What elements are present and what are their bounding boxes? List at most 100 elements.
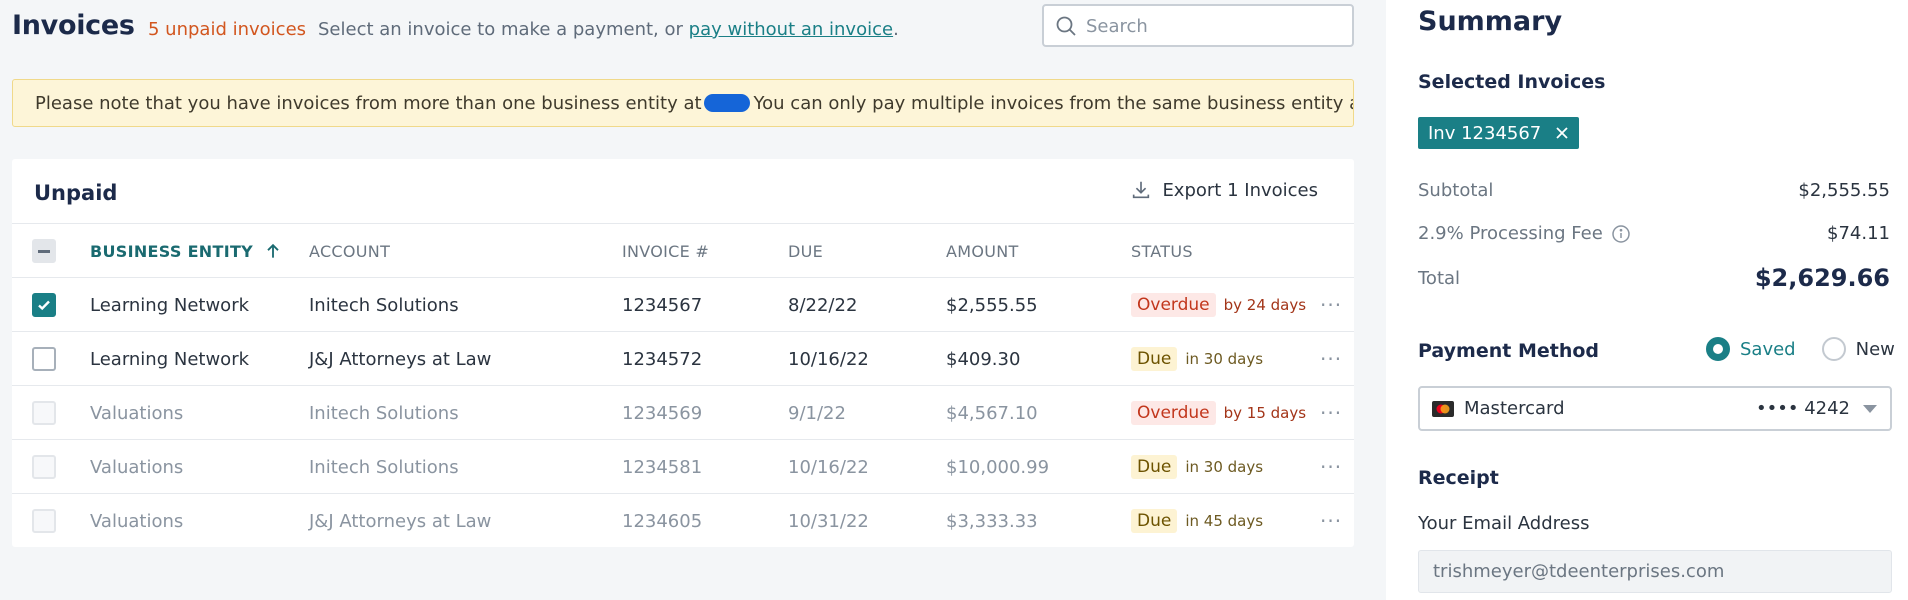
subtotal-line: Subtotal $2,555.55 <box>1418 180 1890 201</box>
email-field[interactable] <box>1418 550 1892 593</box>
receipt-label: Receipt <box>1418 467 1499 489</box>
status-detail: in 45 days <box>1185 512 1264 530</box>
cell-amount: $2,555.55 <box>946 294 1038 316</box>
chevron-down-icon <box>1863 404 1877 413</box>
row-more-button[interactable]: ··· <box>1320 332 1342 386</box>
export-label: Export 1 Invoices <box>1162 179 1318 201</box>
column-header-status[interactable]: STATUS <box>1131 224 1193 278</box>
selected-invoice-chip: Inv 1234567 <box>1418 117 1580 149</box>
status-badge: Overdue <box>1131 401 1216 425</box>
cell-entity: Valuations <box>90 402 184 424</box>
row-checkbox[interactable] <box>32 401 56 425</box>
cell-entity: Learning Network <box>90 294 250 316</box>
row-checkbox[interactable] <box>32 347 56 371</box>
table-row[interactable]: Valuations Initech Solutions 1234581 10/… <box>12 440 1354 494</box>
notice-text-after: You can only pay multiple invoices from … <box>753 93 1353 114</box>
column-header-account[interactable]: ACCOUNT <box>309 224 390 278</box>
row-checkbox[interactable] <box>32 293 56 317</box>
card-name: Mastercard <box>1464 398 1565 419</box>
status-detail: in 30 days <box>1185 458 1264 476</box>
row-check-cell <box>32 494 56 548</box>
remove-chip-button[interactable] <box>1555 126 1569 140</box>
close-icon <box>1556 127 1568 139</box>
header-check-cell <box>32 224 56 278</box>
row-more-button[interactable]: ··· <box>1320 494 1342 548</box>
cell-amount: $3,333.33 <box>946 510 1038 532</box>
cell-status: Due in 30 days <box>1131 440 1263 494</box>
cell-status: Overdue by 15 days <box>1131 386 1306 440</box>
row-more-button[interactable]: ··· <box>1320 386 1342 440</box>
table-row[interactable]: Valuations Initech Solutions 1234569 9/1… <box>12 386 1354 440</box>
radio-new-indicator[interactable] <box>1821 337 1846 361</box>
column-header-entity-label: BUSINESS ENTITY <box>90 241 254 261</box>
cell-due: 10/16/22 <box>788 348 869 370</box>
column-header-invoice[interactable]: INVOICE # <box>622 224 709 278</box>
export-invoices-button[interactable]: Export 1 Invoices <box>1130 179 1318 201</box>
row-check-cell <box>32 278 56 332</box>
intro-text-body: Select an invoice to make a payment, or <box>318 19 683 40</box>
row-more-button[interactable]: ··· <box>1320 278 1342 332</box>
select-all-checkbox[interactable] <box>32 239 56 263</box>
download-icon <box>1133 181 1150 199</box>
cell-account: Initech Solutions <box>309 456 459 478</box>
table-row[interactable]: Learning Network J&J Attorneys at Law 12… <box>12 332 1354 386</box>
cell-due: 10/31/22 <box>788 510 869 532</box>
status-badge: Due <box>1131 455 1178 479</box>
info-icon[interactable] <box>1611 224 1631 244</box>
saved-card-select[interactable]: Mastercard •••• 4242 <box>1418 386 1892 431</box>
row-checkbox[interactable] <box>32 509 56 533</box>
search-input[interactable] <box>1086 12 1344 40</box>
cell-account: J&J Attorneys at Law <box>309 348 492 370</box>
fee-line: 2.9% Processing Fee $74.11 <box>1418 223 1890 244</box>
notice-text-before: Please note that you have invoices from … <box>35 93 702 114</box>
cell-amount: $10,000.99 <box>946 456 1050 478</box>
column-header-due[interactable]: DUE <box>788 224 823 278</box>
cell-due: 9/1/22 <box>788 402 846 424</box>
table-header-row: BUSINESS ENTITY ACCOUNT INVOICE # DUE AM… <box>12 224 1354 278</box>
payment-method-label: Payment Method <box>1418 340 1600 362</box>
table-row[interactable]: Learning Network Initech Solutions 12345… <box>12 278 1354 332</box>
cell-amount: $4,567.10 <box>946 402 1038 424</box>
radio-new[interactable]: New <box>1821 337 1895 361</box>
row-checkbox[interactable] <box>32 455 56 479</box>
fee-label: 2.9% Processing Fee <box>1418 223 1603 244</box>
radio-saved-indicator[interactable] <box>1706 337 1730 361</box>
subtotal-label: Subtotal <box>1418 180 1494 201</box>
table-row[interactable]: Valuations J&J Attorneys at Law 1234605 … <box>12 494 1354 548</box>
status-detail: by 15 days <box>1223 404 1307 422</box>
cell-entity: Learning Network <box>90 348 250 370</box>
chip-label: Inv 1234567 <box>1428 122 1542 144</box>
sort-arrow-up-icon <box>267 243 279 258</box>
column-header-entity[interactable]: BUSINESS ENTITY <box>90 224 283 278</box>
column-header-amount[interactable]: AMOUNT <box>946 224 1019 278</box>
cell-account: Initech Solutions <box>309 402 459 424</box>
cell-entity: Valuations <box>90 510 184 532</box>
email-label: Your Email Address <box>1418 513 1590 534</box>
row-more-button[interactable]: ··· <box>1320 440 1342 494</box>
search-box[interactable] <box>1042 4 1354 47</box>
cell-account: J&J Attorneys at Law <box>309 510 492 532</box>
card-title: Unpaid <box>34 181 118 205</box>
radio-saved-label: Saved <box>1740 338 1796 360</box>
cell-status: Overdue by 24 days <box>1131 278 1306 332</box>
total-value: $2,629.66 <box>1754 264 1890 292</box>
cell-due: 10/16/22 <box>788 456 869 478</box>
status-badge: Due <box>1131 347 1178 371</box>
radio-new-label: New <box>1855 338 1895 360</box>
cell-invoice: 1234581 <box>622 456 703 478</box>
fee-value: $74.11 <box>1827 223 1890 244</box>
cell-account: Initech Solutions <box>309 294 459 316</box>
multi-entity-notice: Please note that you have invoices from … <box>12 79 1354 127</box>
status-detail: in 30 days <box>1185 350 1264 368</box>
summary-panel: Summary Selected Invoices Inv 1234567 Su… <box>1386 0 1908 600</box>
total-line: Total $2,629.66 <box>1418 264 1890 292</box>
pay-without-invoice-link[interactable]: pay without an invoice <box>689 19 893 40</box>
status-badge: Due <box>1131 509 1178 533</box>
cell-entity: Valuations <box>90 456 184 478</box>
payment-method-radio-group: Saved New <box>1706 337 1895 361</box>
subtotal-value: $2,555.55 <box>1798 180 1890 201</box>
cell-status: Due in 30 days <box>1131 332 1263 386</box>
cell-amount: $409.30 <box>946 348 1021 370</box>
radio-saved[interactable]: Saved <box>1706 337 1796 361</box>
unpaid-invoices-card: Unpaid Export 1 Invoices BUSINESS ENTITY… <box>12 159 1354 547</box>
